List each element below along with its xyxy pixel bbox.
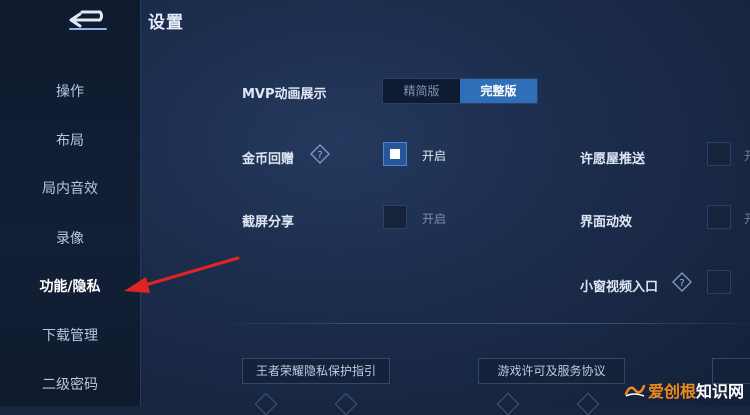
svg-text:?: ? [317, 150, 322, 161]
mvp-animation-label: MVP动画展示 [242, 87, 327, 102]
watermark-logo-icon [624, 384, 646, 397]
license-agreement-button[interactable]: 游戏许可及服务协议 [478, 358, 625, 384]
mini-video-label: 小窗视频入口 [580, 280, 659, 295]
cut-text-1: 开 [744, 147, 750, 164]
coin-rebate-label: 金币回赠 [242, 152, 295, 167]
ui-animation-checkbox[interactable] [707, 205, 731, 229]
help-icon[interactable]: ? [672, 272, 692, 292]
screenshot-share-label: 截屏分享 [242, 215, 295, 230]
sidebar: 操作 布局 局内音效 录像 功能/隐私 下载管理 二级密码 [0, 0, 141, 406]
sidebar-item-operation[interactable]: 操作 [0, 74, 140, 110]
cut-text-2: 开 [744, 210, 750, 227]
mini-video-checkbox[interactable] [707, 270, 731, 294]
wish-push-checkbox[interactable] [707, 142, 731, 166]
divider [225, 323, 750, 324]
coin-rebate-checkbox[interactable] [383, 142, 407, 166]
wish-push-label: 许愿屋推送 [580, 152, 646, 167]
settings-panel: 操作 布局 局内音效 录像 功能/隐私 下载管理 二级密码 设置 MVP动画展示… [0, 0, 750, 415]
mvp-simple-option[interactable]: 精简版 [383, 79, 460, 103]
page-title: 设置 [148, 13, 184, 33]
watermark: 爱创根知识网 [624, 378, 744, 402]
sidebar-item-partial-top[interactable] [0, 36, 140, 54]
screenshot-share-checkbox[interactable] [383, 205, 407, 229]
mvp-animation-toggle: 精简版 完整版 [382, 78, 538, 104]
sidebar-item-downloads[interactable]: 下载管理 [0, 318, 140, 354]
screenshot-share-state: 开启 [422, 212, 447, 226]
sidebar-item-privacy[interactable]: 功能/隐私 [0, 269, 140, 305]
svg-text:?: ? [679, 278, 684, 289]
decor-diamond [334, 392, 358, 415]
help-icon[interactable]: ? [310, 144, 330, 164]
decor-diamond [576, 392, 600, 415]
sidebar-item-password[interactable]: 二级密码 [0, 367, 140, 403]
sidebar-item-layout[interactable]: 布局 [0, 123, 140, 159]
decor-diamond [496, 392, 520, 415]
watermark-text: 爱创根知识网 [647, 382, 744, 401]
sidebar-item-sound[interactable]: 局内音效 [0, 171, 140, 207]
ui-animation-label: 界面动效 [580, 215, 633, 230]
mvp-full-option[interactable]: 完整版 [460, 79, 537, 103]
coin-rebate-state: 开启 [422, 149, 447, 163]
privacy-guide-button[interactable]: 王者荣耀隐私保护指引 [242, 358, 390, 384]
decor-diamond [254, 392, 278, 415]
back-arrow-icon[interactable] [62, 6, 112, 34]
sidebar-item-replay[interactable]: 录像 [0, 221, 140, 257]
